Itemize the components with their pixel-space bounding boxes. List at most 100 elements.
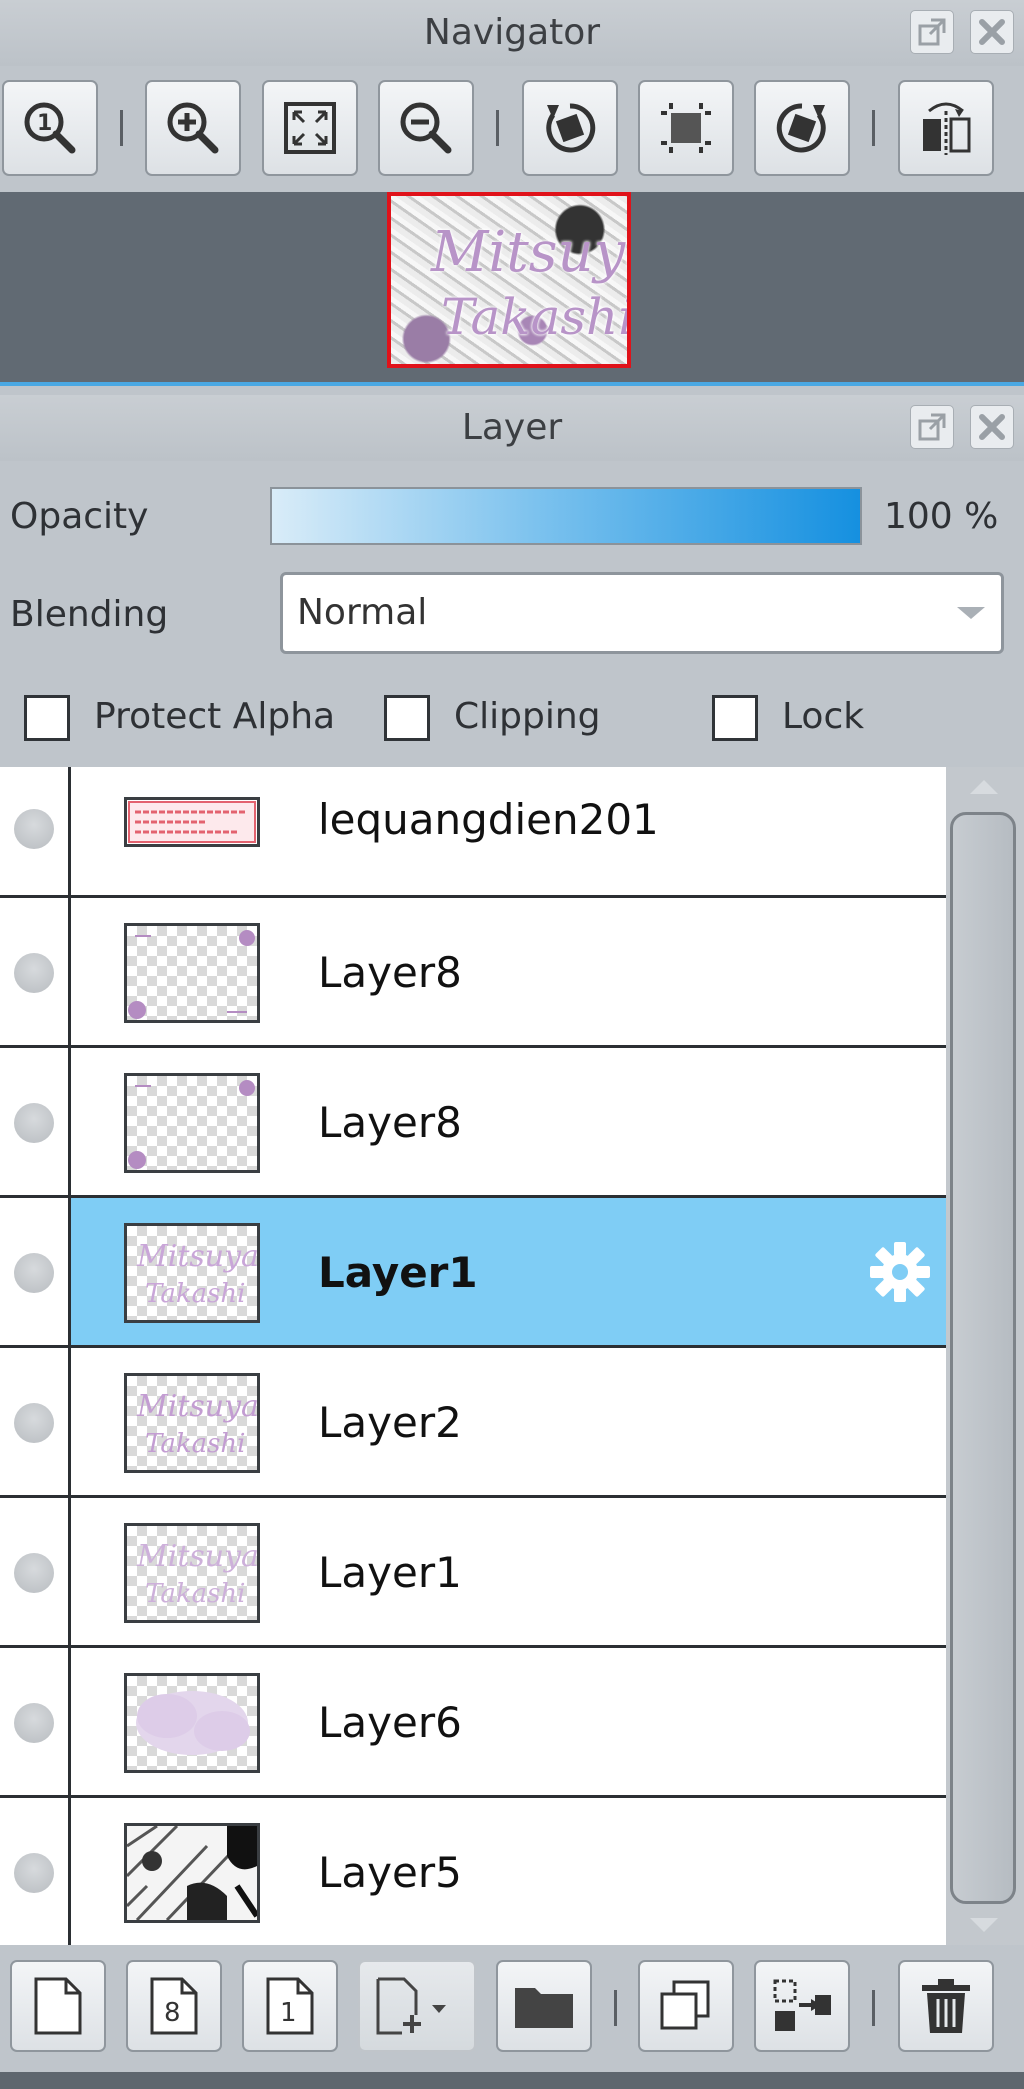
detach-panel-button[interactable]	[910, 10, 954, 54]
flip-horizontal-button[interactable]	[898, 80, 994, 176]
zoom-100-button[interactable]: 1	[2, 80, 98, 176]
layer-row[interactable]: Layer8	[0, 1048, 946, 1198]
visibility-toggle-icon[interactable]	[14, 1853, 54, 1893]
layer-panel-title: Layer	[461, 407, 563, 448]
popout-icon	[918, 18, 946, 46]
lock-checkbox[interactable]	[712, 695, 758, 741]
merge-down-button[interactable]	[754, 1960, 850, 2052]
svg-text:Takashi: Takashi	[145, 1429, 245, 1459]
scroll-down-arrow-icon[interactable]	[970, 1918, 998, 1932]
new-folder-icon	[515, 1988, 573, 2028]
popout-icon	[918, 413, 946, 441]
zoom-in-icon	[167, 102, 219, 154]
visibility-toggle-icon[interactable]	[14, 1403, 54, 1443]
layer-row-selected[interactable]: Mitsuya Takashi Layer1	[0, 1198, 946, 1348]
zoom-in-button[interactable]	[145, 80, 241, 176]
clipping-label: Clipping	[454, 696, 601, 737]
new-8bit-layer-icon: 8	[150, 1977, 198, 2035]
layer-thumbnail	[124, 1823, 260, 1923]
layer-name: Layer5	[318, 1848, 462, 1897]
layer-name: Layer8	[318, 948, 462, 997]
gear-icon[interactable]	[866, 1238, 934, 1306]
navigator-titlebar: Navigator	[0, 0, 1024, 66]
toolbar-separator	[872, 110, 875, 146]
rotate-right-button[interactable]	[754, 80, 850, 176]
new-layer-button[interactable]	[10, 1960, 106, 2052]
layer-row[interactable]: Layer5	[0, 1798, 946, 1945]
new-1bit-layer-button[interactable]: 1	[242, 1960, 338, 2052]
layer-name: Layer1	[318, 1548, 462, 1597]
fit-to-window-button[interactable]	[262, 80, 358, 176]
svg-text:1: 1	[280, 1998, 297, 2028]
add-layer-dropdown-button[interactable]	[358, 1960, 476, 2052]
panel-divider[interactable]	[0, 382, 1024, 386]
fit-to-window-icon	[284, 102, 336, 154]
layer-row[interactable]: Layer8	[0, 898, 946, 1048]
visibility-toggle-icon[interactable]	[14, 1553, 54, 1593]
layer-name: Layer1	[318, 1248, 478, 1297]
visibility-toggle-icon[interactable]	[14, 809, 54, 849]
layer-row[interactable]: Layer6	[0, 1648, 946, 1798]
layer-thumbnail: Mitsuya Takashi	[124, 1373, 260, 1473]
layer-titlebar: Layer	[0, 395, 1024, 461]
layer-thumbnail	[124, 1673, 260, 1773]
new-folder-button[interactable]	[496, 1960, 592, 2052]
layer-name: Layer8	[318, 1098, 462, 1147]
merge-down-icon	[773, 1979, 831, 2031]
svg-text:Takashi: Takashi	[145, 1279, 245, 1309]
layer-thumbnail: Mitsuya Takashi	[124, 1523, 260, 1623]
visibility-toggle-icon[interactable]	[14, 953, 54, 993]
visibility-toggle-icon[interactable]	[14, 1253, 54, 1293]
scrollbar-thumb[interactable]	[950, 812, 1016, 1904]
visibility-toggle-icon[interactable]	[14, 1703, 54, 1743]
toolbar-separator	[614, 1990, 617, 2026]
detach-panel-button[interactable]	[910, 405, 954, 449]
zoom-100-icon: 1	[24, 102, 76, 154]
layer-name: Layer2	[318, 1398, 462, 1447]
opacity-slider[interactable]	[270, 487, 862, 545]
rotate-left-icon	[546, 103, 596, 153]
close-panel-button[interactable]	[970, 10, 1014, 54]
duplicate-layer-icon	[660, 1980, 710, 2030]
new-layer-icon	[34, 1977, 82, 2035]
layer-list[interactable]: lequangdien201 Layer8 Layer8 Mitsuya Taka…	[0, 767, 946, 1945]
rotate-left-button[interactable]	[522, 80, 618, 176]
toolbar-separator	[872, 1990, 875, 2026]
svg-text:8: 8	[164, 1998, 181, 2028]
visibility-column-divider	[68, 767, 71, 1945]
svg-text:Mitsuya: Mitsuya	[136, 1539, 257, 1574]
layer-row[interactable]: lequangdien201	[0, 767, 946, 898]
close-panel-button[interactable]	[970, 405, 1014, 449]
add-layer-dropdown-icon	[376, 1977, 446, 2035]
layer-thumbnail	[124, 1073, 260, 1173]
svg-text:1: 1	[37, 111, 52, 136]
delete-layer-button[interactable]	[898, 1960, 994, 2052]
opacity-value: 100 %	[884, 496, 999, 537]
layer-row[interactable]: Mitsuya Takashi Layer1	[0, 1498, 946, 1648]
layer-name: Layer6	[318, 1698, 462, 1747]
zoom-out-button[interactable]	[378, 80, 474, 176]
navigator-preview[interactable]: Mitsuya Takashi	[0, 192, 1024, 382]
canvas-thumbnail[interactable]: Mitsuya Takashi	[387, 192, 631, 368]
blending-select[interactable]: Normal	[280, 572, 1004, 654]
flip-horizontal-icon	[923, 102, 971, 155]
reset-rotation-button[interactable]	[638, 80, 734, 176]
chevron-down-icon	[957, 607, 985, 619]
panel-bottom-edge	[0, 2072, 1024, 2089]
close-icon	[979, 19, 1005, 45]
layer-row[interactable]: Mitsuya Takashi Layer2	[0, 1348, 946, 1498]
lock-label: Lock	[782, 696, 865, 737]
layer-thumbnail	[124, 797, 260, 847]
reset-rotation-icon	[661, 103, 711, 153]
visibility-toggle-icon[interactable]	[14, 1103, 54, 1143]
thumbnail-text-line1: Mitsuya	[431, 220, 627, 285]
duplicate-layer-button[interactable]	[638, 1960, 734, 2052]
opacity-label: Opacity	[10, 496, 149, 537]
new-8bit-layer-button[interactable]: 8	[126, 1960, 222, 2052]
rotate-right-icon	[776, 103, 826, 153]
thumbnail-text-line2: Takashi	[441, 288, 631, 346]
scroll-up-arrow-icon[interactable]	[970, 780, 998, 794]
clipping-checkbox[interactable]	[384, 695, 430, 741]
protect-alpha-checkbox[interactable]	[24, 695, 70, 741]
toolbar-separator	[120, 110, 123, 146]
